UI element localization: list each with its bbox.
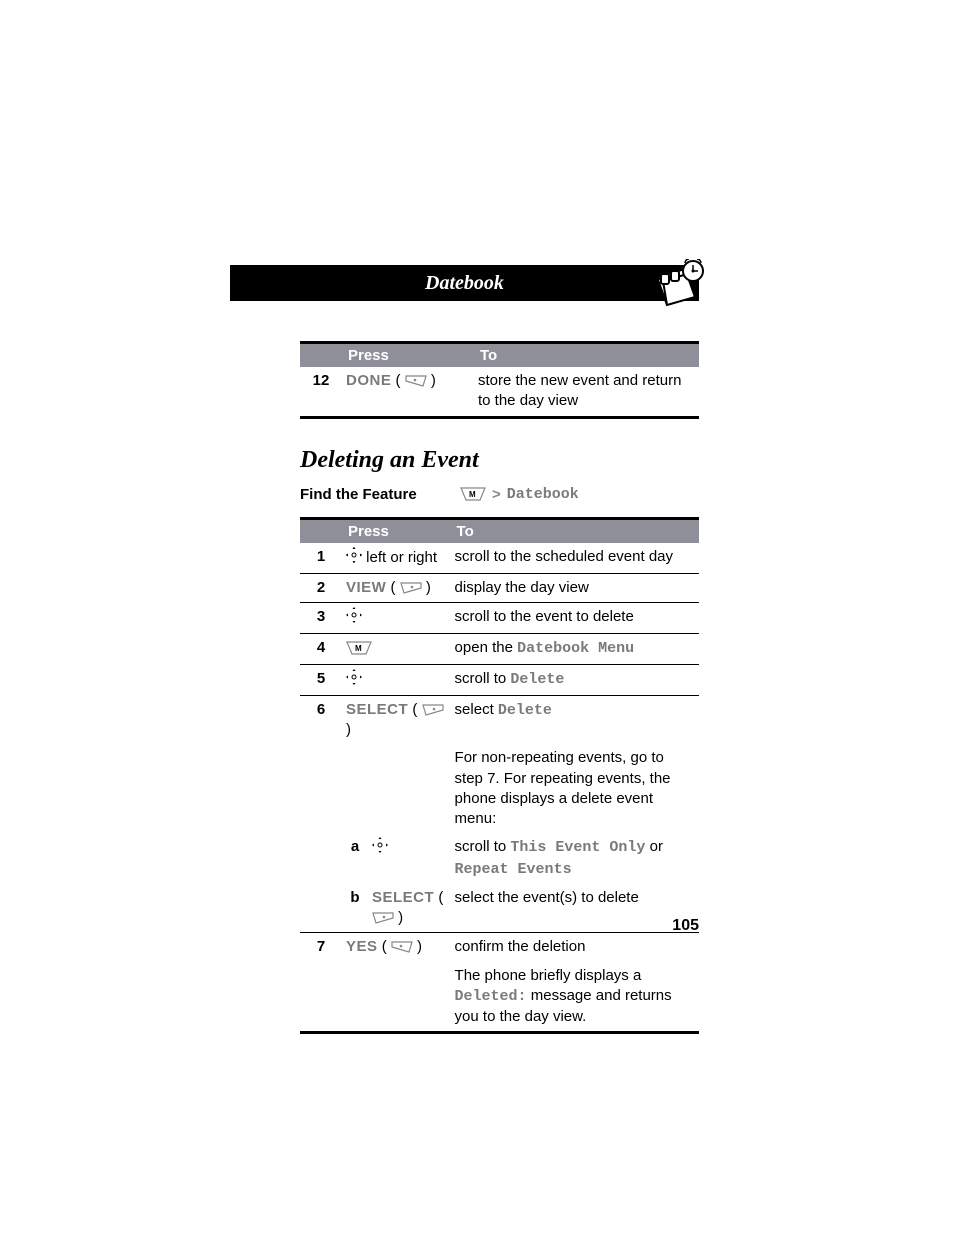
step-press: DONE ( ) xyxy=(342,367,474,417)
step-description: scroll to This Event Only or Repeat Even… xyxy=(451,833,699,884)
step-description: open the Datebook Menu xyxy=(451,634,699,664)
fourway-nav-icon xyxy=(346,669,362,691)
menu-key-icon: M xyxy=(460,487,486,501)
feature-path: M > Datebook xyxy=(460,486,579,503)
right-softkey-icon xyxy=(372,912,394,924)
left-softkey-icon xyxy=(391,941,413,953)
table-header-to: To xyxy=(451,518,699,543)
svg-text:M: M xyxy=(355,644,362,653)
substep-letter: a xyxy=(342,833,368,884)
step-press: left or right xyxy=(342,543,451,574)
step-number: 4 xyxy=(300,634,342,664)
step-press: SELECT ( ) xyxy=(368,884,451,933)
step-note: For non-repeating events, go to step 7. … xyxy=(451,744,699,833)
chapter-title: Datebook xyxy=(425,272,504,295)
page-number: 105 xyxy=(672,917,699,935)
step-description: scroll to the event to delete xyxy=(451,603,699,634)
step-press xyxy=(368,833,451,884)
step-press xyxy=(342,664,451,695)
step-number: 3 xyxy=(300,603,342,634)
chapter-header-bar: Datebook xyxy=(230,265,699,301)
step-description: confirm the deletion xyxy=(451,933,699,962)
step-description: scroll to the scheduled event day xyxy=(451,543,699,574)
steps-table-delete: Press To 1 left or right scroll to the s… xyxy=(300,517,699,1035)
step-number: 1 xyxy=(300,543,342,574)
right-softkey-icon xyxy=(400,582,422,594)
table-header-to: To xyxy=(474,343,699,368)
table-header-press: Press xyxy=(342,518,451,543)
step-note: The phone briefly displays a Deleted: me… xyxy=(451,962,699,1033)
chapter-header: Datebook xyxy=(300,265,699,301)
step-number: 2 xyxy=(300,573,342,602)
find-the-feature: Find the Feature M > Datebook xyxy=(300,486,699,503)
menu-key-icon: M xyxy=(346,641,372,655)
step-number: 7 xyxy=(300,933,342,962)
steps-table-continued: Press To 12 DONE ( ) store the new event… xyxy=(300,341,699,419)
step-description: select Delete xyxy=(451,695,699,744)
find-feature-label: Find the Feature xyxy=(300,486,460,503)
fourway-nav-icon xyxy=(346,607,362,629)
manual-page: Datebook xyxy=(0,0,954,1235)
step-press: VIEW ( ) xyxy=(342,573,451,602)
step-press: M xyxy=(342,634,451,664)
right-softkey-icon xyxy=(422,704,444,716)
fourway-nav-icon xyxy=(372,837,388,859)
step-number: 6 xyxy=(300,695,342,744)
fourway-nav-icon xyxy=(346,547,362,569)
step-press xyxy=(342,603,451,634)
step-description: scroll to Delete xyxy=(451,664,699,695)
step-press: SELECT ( ) xyxy=(342,695,451,744)
substep-letter: b xyxy=(342,884,368,933)
step-description: select the event(s) to delete xyxy=(451,884,699,933)
datebook-icon xyxy=(649,259,705,314)
step-description: store the new event and return to the da… xyxy=(474,367,699,417)
left-softkey-icon xyxy=(405,375,427,387)
step-number: 12 xyxy=(300,367,342,417)
svg-text:M: M xyxy=(469,490,476,499)
step-description: display the day view xyxy=(451,573,699,602)
step-press: YES ( ) xyxy=(342,933,451,962)
table-header-press: Press xyxy=(342,343,474,368)
section-heading: Deleting an Event xyxy=(300,447,699,474)
step-number: 5 xyxy=(300,664,342,695)
